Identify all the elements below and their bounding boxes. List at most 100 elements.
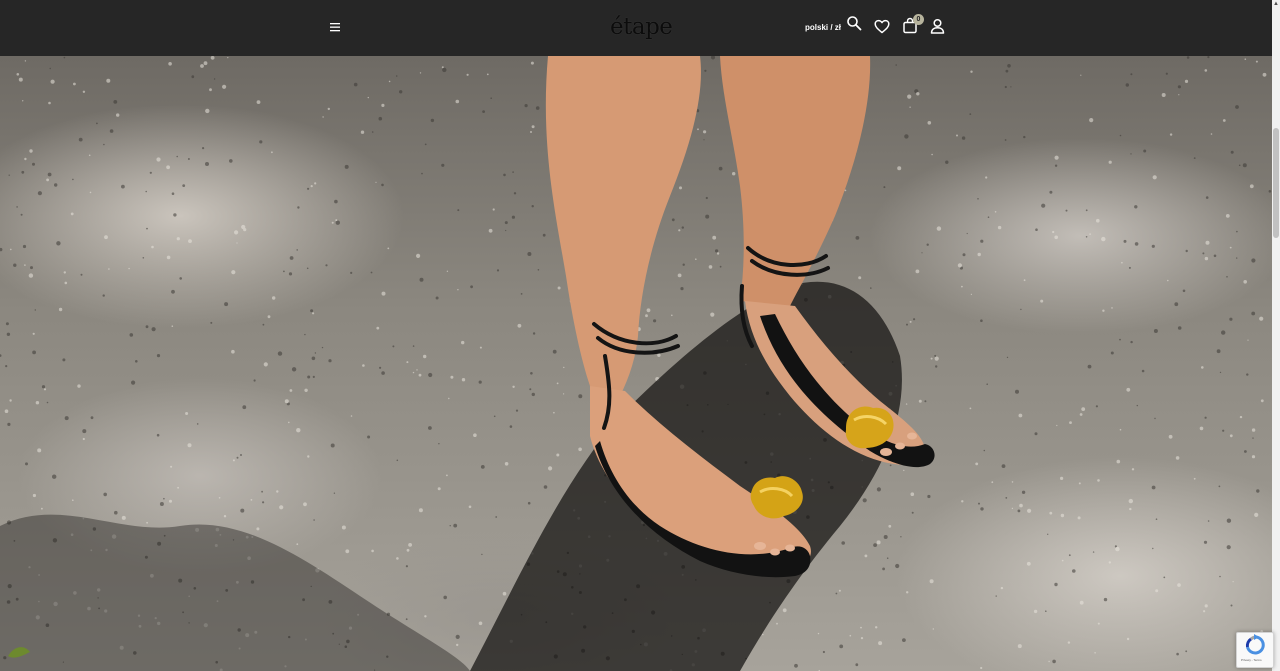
gravel-speck — [381, 183, 384, 187]
gravel-speck — [470, 285, 473, 289]
gravel-speck — [1226, 518, 1232, 523]
gravel-speck — [213, 78, 216, 80]
gravel-speck — [179, 277, 182, 280]
gravel-speck — [527, 252, 532, 256]
gravel-speck — [1204, 604, 1208, 608]
gravel-speck — [578, 447, 582, 452]
gravel-speck — [1236, 230, 1238, 233]
scroll-thumb[interactable] — [1273, 128, 1279, 238]
gravel-speck — [548, 466, 553, 471]
gravel-speck — [1230, 604, 1233, 607]
gravel-speck — [418, 373, 422, 377]
gravel-speck — [980, 666, 983, 670]
gravel-speck — [367, 435, 371, 439]
gravel-speck — [279, 505, 284, 510]
gravel-speck — [1151, 485, 1156, 490]
gravel-speck — [1229, 317, 1233, 321]
gravel-speck — [531, 205, 534, 208]
gravel-speck — [256, 100, 261, 104]
gravel-speck — [906, 591, 909, 594]
gravel-speck — [35, 401, 40, 405]
account-button[interactable] — [930, 18, 945, 34]
gravel-speck — [396, 459, 399, 462]
gravel-speck — [267, 315, 271, 319]
gravel-speck — [236, 242, 238, 244]
gravel-speck — [461, 340, 465, 345]
gravel-speck — [210, 56, 215, 60]
gravel-speck — [54, 183, 58, 187]
gravel-speck — [855, 663, 859, 667]
gravel-speck — [913, 318, 916, 321]
gravel-speck — [817, 632, 820, 635]
gravel-speck — [1134, 242, 1139, 246]
gravel-speck — [531, 392, 535, 397]
gravel-speck — [1251, 311, 1256, 316]
gravel-speck — [205, 162, 209, 166]
gravel-speck — [29, 149, 33, 153]
gravel-speck — [481, 553, 483, 556]
gravel-speck — [1116, 459, 1121, 464]
gravel-speck — [934, 356, 939, 361]
gravel-speck — [1054, 155, 1059, 160]
gravel-speck — [24, 264, 26, 266]
gravel-speck — [314, 352, 317, 354]
gravel-speck — [1123, 239, 1127, 243]
gravel-speck — [1061, 559, 1064, 562]
gravel-speck — [1222, 429, 1225, 432]
gravel-speck — [328, 359, 332, 363]
gravel-speck — [381, 371, 385, 375]
gravel-speck — [307, 455, 310, 458]
gravel-speck — [8, 174, 10, 176]
gravel-speck — [529, 388, 532, 391]
gravel-speck — [276, 490, 279, 493]
gravel-speck — [229, 159, 233, 163]
gravel-speck — [776, 622, 778, 625]
page-scrollbar[interactable]: ▲ — [1272, 0, 1280, 671]
gravel-speck — [307, 187, 310, 190]
gravel-speck — [876, 487, 882, 492]
gravel-speck — [1108, 160, 1112, 164]
gravel-speck — [442, 67, 447, 73]
gravel-speck — [1244, 58, 1247, 60]
search-button[interactable] — [846, 15, 862, 31]
scroll-up-arrow-icon[interactable]: ▲ — [1272, 0, 1280, 8]
gravel-speck — [41, 507, 43, 510]
gravel-speck — [1040, 299, 1044, 303]
recaptcha-badge[interactable]: Privacy - Terms — [1236, 632, 1274, 668]
gravel-speck — [360, 130, 365, 134]
gravel-speck — [1110, 351, 1114, 355]
cart-count-badge: 0 — [913, 14, 924, 25]
site-logo[interactable]: étape — [610, 10, 673, 44]
gravel-speck — [1176, 652, 1179, 656]
recaptcha-terms-text[interactable]: Privacy - Terms — [1241, 658, 1262, 662]
language-currency-switch[interactable]: polski / zł — [805, 22, 841, 34]
gravel-speck — [1130, 153, 1132, 155]
gravel-speck — [695, 258, 697, 260]
gravel-speck — [185, 412, 189, 415]
menu-button[interactable] — [329, 20, 341, 34]
gravel-speck — [34, 309, 36, 311]
gravel-speck — [70, 212, 74, 216]
gravel-speck — [145, 325, 149, 329]
gravel-speck — [1054, 164, 1058, 167]
gravel-speck — [121, 515, 126, 520]
gravel-speck — [1151, 244, 1155, 248]
gravel-speck — [1155, 518, 1158, 520]
gravel-speck — [970, 70, 973, 73]
gravel-speck — [1167, 279, 1169, 282]
gravel-speck — [849, 634, 852, 637]
gravel-speck — [376, 326, 380, 330]
gravel-speck — [142, 257, 145, 259]
gravel-speck — [1054, 582, 1058, 587]
gravel-speck — [362, 364, 365, 367]
gravel-speck — [371, 549, 374, 553]
wishlist-button[interactable] — [874, 19, 890, 34]
gravel-speck — [531, 125, 535, 129]
gravel-speck — [312, 375, 315, 378]
gravel-speck — [897, 166, 902, 171]
gravel-speck — [24, 60, 27, 62]
gravel-speck — [406, 548, 410, 552]
gravel-speck — [480, 465, 485, 469]
gravel-speck — [985, 176, 988, 179]
gravel-speck — [841, 541, 845, 545]
